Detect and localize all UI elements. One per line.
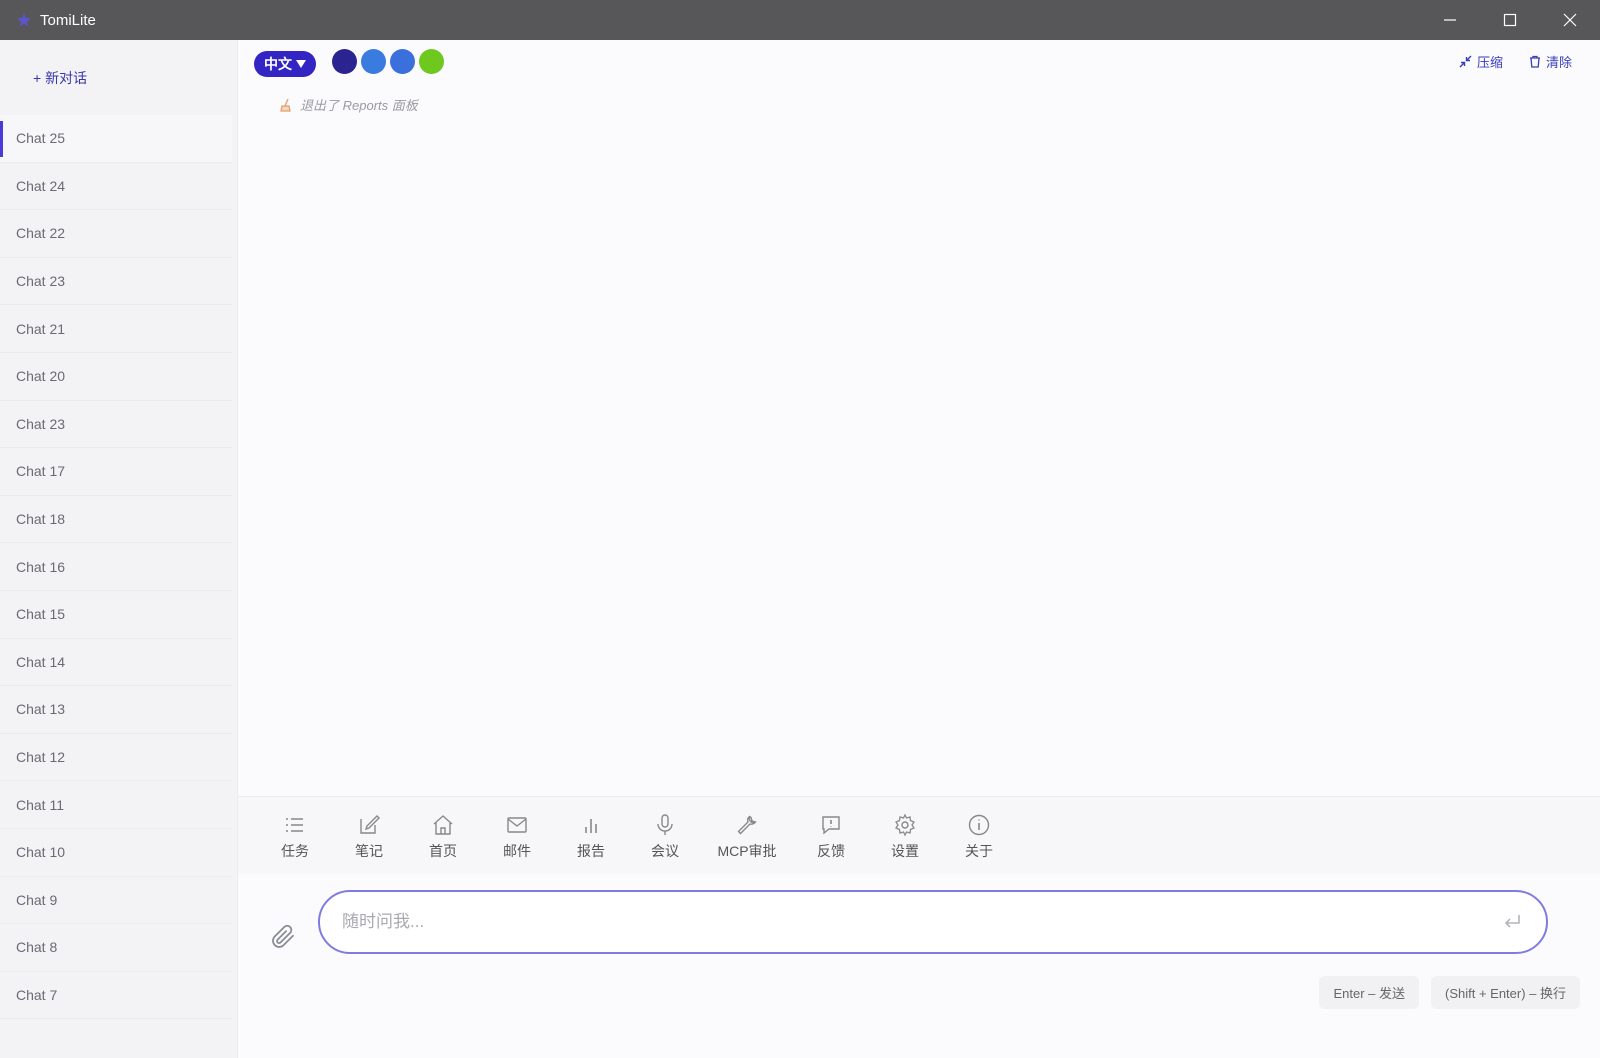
toolbar-item[interactable]: 反馈 <box>796 813 866 861</box>
toolbar-item-label: 邮件 <box>503 843 531 859</box>
theme-swatch[interactable] <box>332 49 357 74</box>
chat-list-item[interactable]: Chat 8 <box>0 924 232 972</box>
feedback-icon <box>822 816 840 835</box>
toolbar-item[interactable]: MCP审批 <box>712 813 782 861</box>
broom-icon <box>280 98 291 112</box>
feature-toolbar: 任务 笔记 首页 邮件 报告 会议 MCP审批 反馈 设置 关于 <box>238 796 1600 874</box>
toolbar-item-label: 任务 <box>281 843 309 859</box>
chat-list-item[interactable]: Chat 22 <box>0 210 232 258</box>
compress-icon <box>1459 55 1472 68</box>
theme-swatch[interactable] <box>361 49 386 74</box>
toolbar-item[interactable]: 设置 <box>870 813 940 861</box>
system-message: 退出了 Reports 面板 <box>280 95 418 114</box>
chat-list-item[interactable]: Chat 13 <box>0 686 232 734</box>
toolbar-item-label: 笔记 <box>355 843 383 859</box>
top-bar: 中文 压缩 清除 <box>238 40 1600 84</box>
toolbar-item-label: 设置 <box>891 843 919 859</box>
theme-swatches <box>332 49 444 74</box>
wrench-icon <box>737 815 757 835</box>
mail-icon <box>507 817 527 833</box>
microphone-icon <box>657 814 673 835</box>
system-message-text: 退出了 Reports 面板 <box>300 98 418 113</box>
chat-list-item[interactable]: Chat 17 <box>0 448 232 496</box>
chat-list-item[interactable]: Chat 10 <box>0 829 232 877</box>
toolbar-item[interactable]: 会议 <box>630 813 700 861</box>
toolbar-item-label: 会议 <box>651 843 679 859</box>
toolbar-item[interactable]: 首页 <box>408 813 478 861</box>
chat-list-item[interactable]: Chat 16 <box>0 543 232 591</box>
compress-button[interactable]: 压缩 <box>1459 52 1503 71</box>
chat-list-item[interactable]: Chat 15 <box>0 591 232 639</box>
theme-swatch[interactable] <box>419 49 444 74</box>
clear-button[interactable]: 清除 <box>1529 52 1572 71</box>
chat-list: Chat 25 Chat 24 Chat 22 Chat 23 Chat 21 Chat … <box>0 115 232 1020</box>
chat-list-item[interactable]: Chat 14 <box>0 639 232 687</box>
new-chat-button[interactable]: + 新对话 <box>33 68 87 88</box>
enter-icon[interactable] <box>1500 910 1524 934</box>
gear-icon <box>895 813 915 837</box>
toolbar-item-label: 反馈 <box>817 843 845 859</box>
chat-list-item[interactable]: Chat 21 <box>0 305 232 353</box>
sidebar: + 新对话 Chat 25 Chat 24 Chat 22 Chat 23 Chat 2… <box>0 40 238 1058</box>
caret-down-icon <box>296 60 306 68</box>
chat-list-item[interactable]: Chat 18 <box>0 496 232 544</box>
toolbar-item-label: 首页 <box>429 843 457 859</box>
chat-list-item[interactable]: Chat 25 <box>0 115 232 163</box>
bar-chart-icon <box>585 819 597 833</box>
minimize-button[interactable] <box>1420 0 1480 40</box>
title-bar: TomiLite <box>0 0 1600 40</box>
input-area: Enter – 发送 (Shift + Enter) – 换行 <box>238 874 1600 1058</box>
toolbar-item[interactable]: 笔记 <box>334 813 404 861</box>
info-icon <box>968 814 990 836</box>
toolbar-item[interactable]: 关于 <box>944 813 1014 861</box>
paperclip-icon[interactable] <box>268 922 298 952</box>
app-title: TomiLite <box>40 11 96 29</box>
chat-list-item[interactable]: Chat 23 <box>0 258 232 306</box>
chat-list-item[interactable]: Chat 12 <box>0 734 232 782</box>
close-button[interactable] <box>1540 0 1600 40</box>
list-icon <box>286 818 303 832</box>
newline-hint: (Shift + Enter) – 换行 <box>1430 976 1580 1009</box>
chat-list-item[interactable]: Chat 9 <box>0 877 232 925</box>
chat-list-item[interactable]: Chat 23 <box>0 401 232 449</box>
toolbar-item-label: 关于 <box>965 843 993 859</box>
chat-list-item[interactable]: Chat 20 <box>0 353 232 401</box>
chat-list-item[interactable]: Chat 7 <box>0 972 232 1020</box>
clear-label: 清除 <box>1545 55 1572 70</box>
toolbar-item-label: 报告 <box>577 843 605 859</box>
main-panel: 中文 压缩 清除 退出了 Reports 面板 任务 笔记 首页 邮件 报告 会议 MCP审… <box>238 40 1600 1058</box>
language-label: 中文 <box>264 56 292 72</box>
minimize-icon <box>1444 19 1456 21</box>
app-logo-icon <box>17 13 31 27</box>
edit-icon <box>360 815 380 834</box>
maximize-icon <box>1503 13 1517 27</box>
chat-list-item[interactable]: Chat 11 <box>0 781 232 829</box>
maximize-button[interactable] <box>1480 0 1540 40</box>
toolbar-item[interactable]: 任务 <box>260 813 330 861</box>
language-dropdown[interactable]: 中文 <box>254 51 316 77</box>
send-hint: Enter – 发送 <box>1319 976 1419 1009</box>
toolbar-item[interactable]: 邮件 <box>482 813 552 861</box>
toolbar-item[interactable]: 报告 <box>556 813 626 861</box>
compress-label: 压缩 <box>1476 55 1503 70</box>
toolbar-item-label: MCP审批 <box>717 843 777 859</box>
home-icon <box>433 815 453 835</box>
trash-icon <box>1529 55 1540 68</box>
theme-swatch[interactable] <box>390 49 415 74</box>
chat-input[interactable] <box>318 890 1548 954</box>
chat-list-item[interactable]: Chat 24 <box>0 163 232 211</box>
close-icon <box>1563 13 1577 27</box>
